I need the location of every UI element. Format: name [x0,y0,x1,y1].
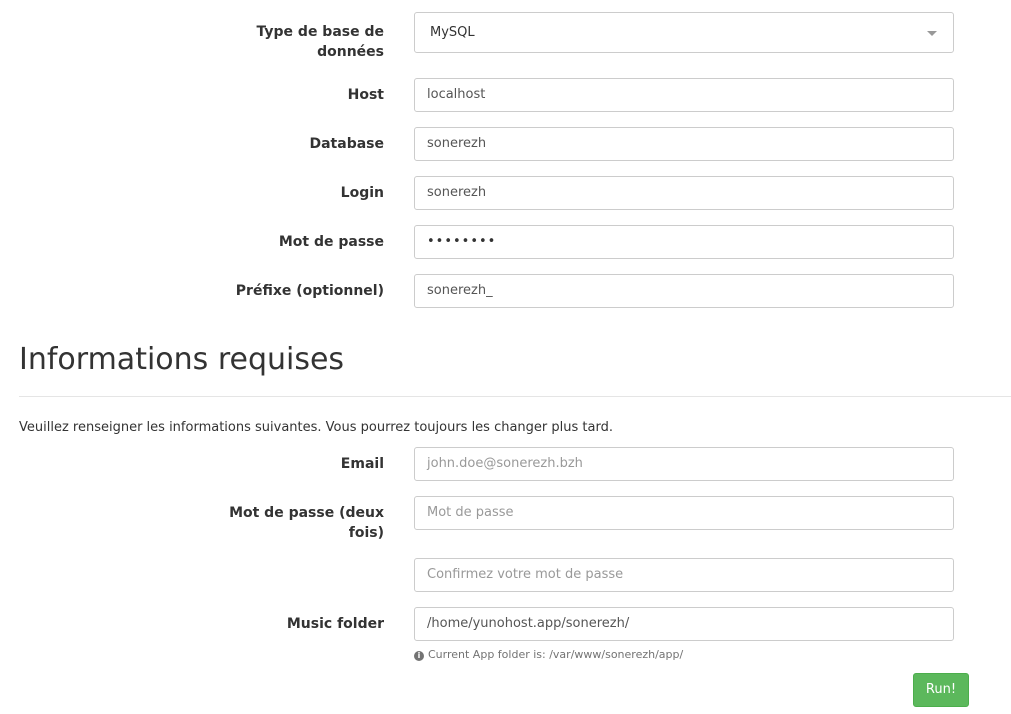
user-password-input[interactable]: Mot de passe [414,496,954,530]
section-heading: Informations requises [19,342,345,377]
section-divider [19,396,1011,397]
section-intro: Veuillez renseigner les informations sui… [19,420,613,435]
user-password-label: Mot de passe (deux fois) [229,505,384,541]
host-label: Host [347,87,384,103]
music-folder-help: i Current App folder is: /var/www/sonerez… [414,646,683,664]
database-label: Database [309,136,384,152]
db-password-input[interactable]: •••••••• [414,225,954,259]
music-folder-input[interactable]: /home/yunohost.app/sonerezh/ [414,607,954,641]
prefix-label: Préfixe (optionnel) [235,283,384,299]
email-input[interactable]: john.doe@sonerezh.bzh [414,447,954,481]
email-label: Email [340,456,384,472]
host-input[interactable]: localhost [414,78,954,112]
login-input[interactable]: sonerezh [414,176,954,210]
db-type-select[interactable]: MySQL [414,12,954,53]
login-label: Login [340,185,384,201]
help-text: Current App folder is: /var/www/sonerezh… [428,648,684,661]
info-circle-icon: i [414,651,424,661]
database-input[interactable]: sonerezh [414,127,954,161]
chevron-down-icon [927,31,937,36]
music-folder-label: Music folder [286,616,384,632]
prefix-input[interactable]: sonerezh_ [414,274,954,308]
db-type-value: MySQL [430,25,475,40]
db-type-label: Type de base de données [256,24,384,60]
db-password-label: Mot de passe [278,234,384,250]
run-button[interactable]: Run! [913,673,969,707]
confirm-password-input[interactable]: Confirmez votre mot de passe [414,558,954,592]
